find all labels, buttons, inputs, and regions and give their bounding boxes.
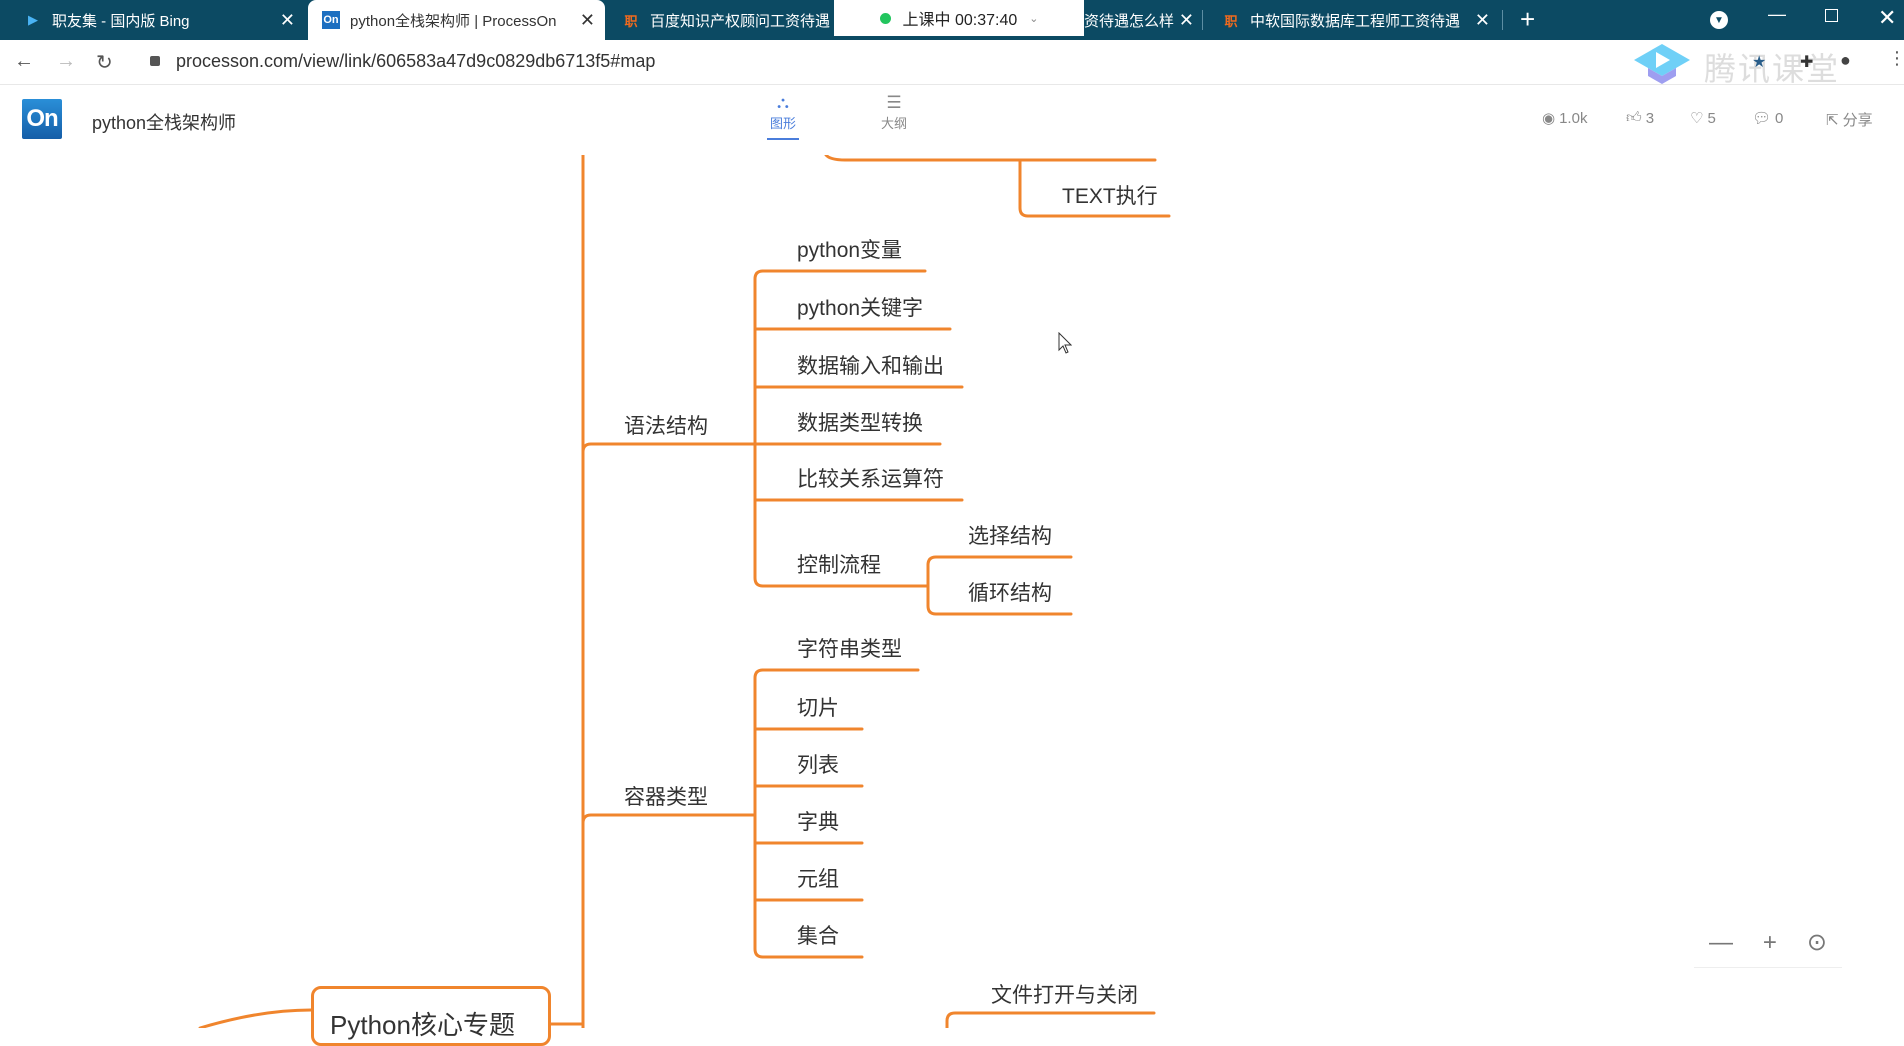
profile-icon[interactable]: ● [1840,50,1851,71]
close-tab-icon[interactable]: ✕ [280,10,295,31]
branch-syntax[interactable]: 语法结构 [624,410,708,440]
zhiyouji-icon: 职 [624,13,638,29]
container-child-node[interactable]: 字符串类型 [797,633,902,663]
branch-container-line [581,813,757,825]
address-bar: ← → ↻ processon.com/view/link/606583a47d… [0,40,1904,87]
zoom-controls: — + ⊙ [1694,918,1842,968]
live-dot-icon [879,12,891,24]
close-tab-icon[interactable]: ✕ [580,10,595,31]
back-icon[interactable]: ← [14,50,34,73]
tencent-classroom-logo-icon [1632,42,1692,86]
share-icon: ⇱ [1826,111,1839,129]
tab-other[interactable]: 资待遇怎么样 ✕ [1084,0,1204,40]
container-child-node[interactable]: 列表 [797,749,839,779]
watermark-text: 腾讯课堂 [1704,51,1841,87]
top-branch-line [824,155,1157,162]
minimize-button[interactable]: — [1768,4,1786,25]
tab-label: 大纲 [880,116,907,131]
mindmap-icon: ⛬ [777,93,789,112]
syntax-child-node[interactable]: 控制流程 [797,549,881,579]
views-stat: ◉ 1.0k [1542,109,1588,128]
eye-icon: ◉ [1542,110,1556,127]
text-exec-node[interactable]: TEXT执行 [1062,180,1158,210]
zoom-in-button[interactable]: + [1763,929,1777,957]
bookmark-star-icon[interactable]: ★ [1752,52,1766,72]
comment-button[interactable]: 💬︎ 0 [1752,109,1783,128]
tab-processon[interactable]: On python全栈架构师 | ProcessOn ✕ [308,0,605,40]
tab-separator [1202,10,1203,30]
heart-icon: ♡ [1690,110,1704,127]
favorite-button[interactable]: ♡ 5 [1690,109,1716,128]
syntax-child-node[interactable]: 比较关系运算符 [797,463,944,493]
container-child-node[interactable]: 字典 [797,806,839,836]
doc-title: python全栈架构师 [92,113,237,133]
tab-separator [1502,10,1503,30]
tab-label: 图形 [769,116,796,131]
mindmap-canvas[interactable] [0,155,1904,1028]
extension-puzzle-icon[interactable]: ✚ [1800,52,1813,72]
mouse-cursor-icon [1058,332,1072,354]
syntax-child-node[interactable]: 数据类型转换 [797,407,923,437]
like-button[interactable]: 👍︎ 3 [1626,109,1654,127]
tab-label: python全栈架构师 | ProcessOn [350,12,557,30]
tab-chinasoft[interactable]: 职 中软国际数据库工程师工资待遇 ✕ [1208,0,1500,40]
control-flow-child-node[interactable]: 选择结构 [968,520,1052,550]
root-left-curve [198,1008,313,1028]
forward-icon[interactable]: → [56,50,76,73]
root-node[interactable]: Python核心专题 [311,986,551,1046]
tab-diagram-view[interactable]: ⛬ 图形 [758,93,808,140]
processon-logo[interactable]: On [22,99,62,139]
container-child-node[interactable]: 元组 [797,863,839,893]
zoom-out-button[interactable]: — [1709,929,1733,957]
restore-button[interactable] [1825,9,1838,22]
syntax-child-node[interactable]: 数据输入和输出 [797,350,944,380]
tab-label: 职友集 - 国内版 Bing [52,12,190,30]
class-status-text: 上课中 00:37:40 [902,12,1018,29]
locate-icon[interactable]: ⊙ [1807,928,1827,957]
url-input[interactable]: processon.com/view/link/606583a47d9c0829… [176,51,655,72]
list-icon: ☰ [886,93,902,112]
syntax-child-node[interactable]: python变量 [797,234,902,264]
branch-container[interactable]: 容器类型 [624,781,708,811]
close-tab-icon[interactable]: ✕ [1179,10,1194,31]
close-window-button[interactable]: ✕ [1878,5,1896,31]
thumbs-up-icon: 👍︎ [1626,109,1642,126]
tab-label: 百度知识产权顾问工资待遇 [650,12,831,30]
close-tab-icon[interactable]: ✕ [1475,10,1490,31]
tab-outline-view[interactable]: ☰ 大纲 [869,93,919,132]
tab-label: 资待遇怎么样 [1084,12,1175,30]
lock-icon [150,56,160,66]
container-child-node[interactable]: 集合 [797,920,839,950]
new-tab-button[interactable]: + [1520,4,1535,35]
file-ops-node[interactable]: 文件打开与关闭 [991,979,1138,1009]
branch-syntax-line [581,442,757,454]
chevron-down-icon[interactable]: ⌄ [1029,12,1038,25]
tab-label: 中软国际数据库工程师工资待遇 [1250,12,1461,30]
reload-icon[interactable]: ↻ [96,50,113,75]
processon-icon: On [322,11,340,29]
bing-icon: ▶ [28,12,38,27]
container-children-spine [753,668,765,959]
class-status-bar[interactable]: 上课中 00:37:40 ⌄ [834,0,1084,36]
container-child-node[interactable]: 切片 [797,692,839,722]
share-button[interactable]: ⇱ 分享 [1826,109,1873,130]
app-header: On python全栈架构师 ⛬ 图形 ☰ 大纲 ◉ 1.0k 👍︎ 3 ♡ 5 💬︎… [0,85,1904,155]
browser-tab-bar: ▶ 职友集 - 国内版 Bing ✕ On python全栈架构师 | Proc… [0,0,1904,40]
control-flow-child-node[interactable]: 循环结构 [968,577,1052,607]
comment-icon: 💬︎ [1752,110,1772,127]
syntax-child-node[interactable]: python关键字 [797,292,923,322]
tab-search-icon[interactable]: ▼ [1710,11,1728,29]
file-ops-line [945,1011,1156,1028]
zhiyouji-icon: 职 [1224,13,1238,29]
select-line [926,555,1073,567]
menu-kebab-icon[interactable]: ⋮ [1888,48,1904,69]
tab-baidu[interactable]: 职 百度知识产权顾问工资待遇 [608,0,834,40]
syntax-children-spine [753,269,765,588]
tab-bing[interactable]: ▶ 职友集 - 国内版 Bing ✕ [0,0,305,40]
